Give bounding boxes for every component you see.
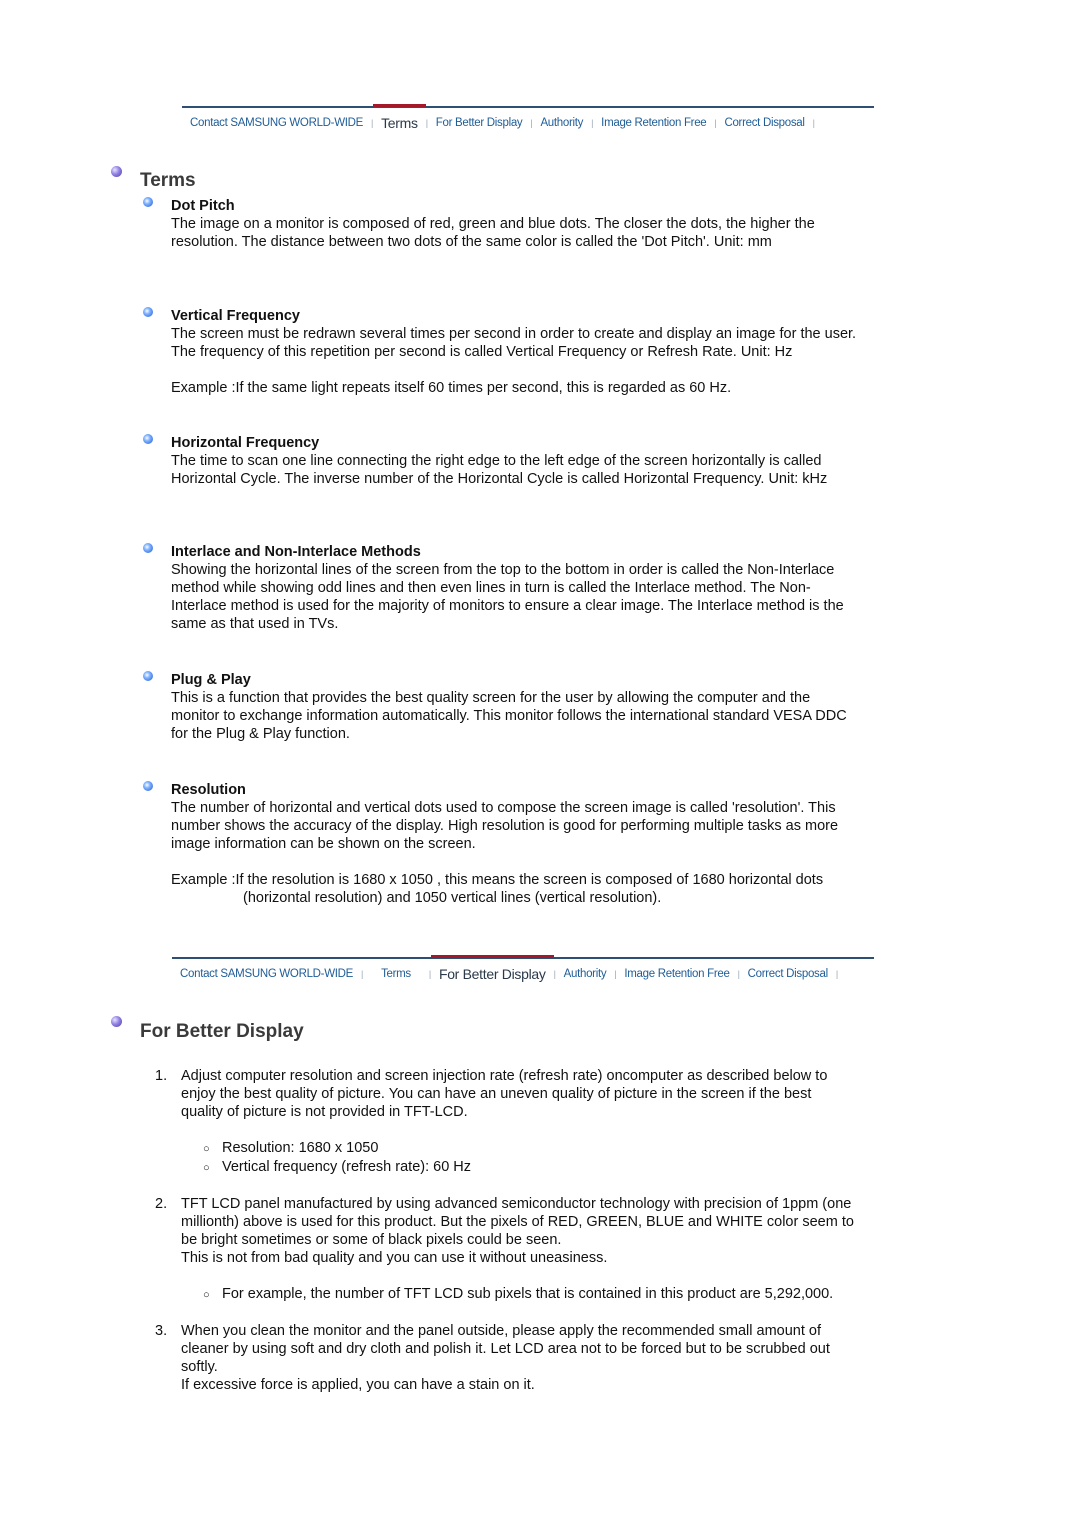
nav-image-retention-free[interactable]: Image Retention Free — [616, 959, 737, 989]
nav-terms[interactable]: Terms — [373, 104, 426, 138]
top-nav: Contact SAMSUNG WORLD-WIDE | Terms | For B… — [182, 104, 874, 138]
list-text: When you clean the monitor and the panel… — [181, 1323, 830, 1375]
nav-for-better-display[interactable]: For Better Display — [428, 108, 531, 138]
term-example: Example :If the same light repeats itsel… — [171, 380, 732, 396]
term-heading: Interlace and Non-Interlace Methods — [171, 544, 421, 560]
term-vertical-frequency: Vertical Frequency The screen must be re… — [171, 307, 861, 397]
terms-title: Terms — [140, 170, 196, 191]
term-body: The number of horizontal and vertical do… — [171, 800, 839, 852]
list-number: 1. — [155, 1068, 168, 1084]
better-display-list: 1. Adjust computer resolution and screen… — [155, 1067, 855, 1412]
nav-correct-disposal[interactable]: Correct Disposal — [740, 959, 836, 989]
term-heading: Dot Pitch — [171, 198, 235, 214]
nav-correct-disposal[interactable]: Correct Disposal — [716, 108, 812, 138]
better-display-title: For Better Display — [140, 1021, 304, 1042]
term-example: Example :If the resolution is 1680 x 105… — [171, 872, 824, 906]
nav-contact-samsung[interactable]: Contact SAMSUNG WORLD-WIDE — [182, 108, 371, 138]
term-bullet-icon — [143, 781, 153, 791]
nav-for-better-display[interactable]: For Better Display — [430, 955, 554, 989]
nav-separator: | — [835, 969, 838, 979]
list-text: Adjust computer resolution and screen in… — [181, 1068, 828, 1120]
nav-image-retention-free[interactable]: Image Retention Free — [593, 108, 714, 138]
list-number: 2. — [155, 1196, 168, 1212]
circle-bullet-icon: ○ — [203, 1143, 210, 1155]
term-interlace: Interlace and Non-Interlace Methods Show… — [171, 543, 861, 633]
term-body: The time to scan one line connecting the… — [171, 453, 828, 487]
list-text: TFT LCD panel manufactured by using adva… — [181, 1196, 854, 1248]
nav-separator: | — [812, 118, 815, 128]
sub-item-text: Resolution: 1680 x 1050 — [222, 1140, 379, 1156]
term-resolution: Resolution The number of horizontal and … — [171, 781, 861, 907]
list-item: 2. TFT LCD panel manufactured by using a… — [155, 1195, 855, 1304]
term-body: The screen must be redrawn several times… — [171, 326, 857, 360]
sub-item-text: Vertical frequency (refresh rate): 60 Hz — [222, 1159, 472, 1175]
sub-list-item: ○ Resolution: 1680 x 1050 — [203, 1139, 855, 1158]
term-bullet-icon — [143, 671, 153, 681]
term-bullet-icon — [143, 197, 153, 207]
list-item: 3. When you clean the monitor and the pa… — [155, 1322, 855, 1394]
term-bullet-icon — [143, 543, 153, 553]
nav-contact-samsung[interactable]: Contact SAMSUNG WORLD-WIDE — [172, 959, 361, 989]
term-heading: Horizontal Frequency — [171, 435, 320, 451]
term-bullet-icon — [143, 434, 153, 444]
term-heading: Plug & Play — [171, 672, 251, 688]
circle-bullet-icon: ○ — [203, 1162, 210, 1174]
list-item: 1. Adjust computer resolution and screen… — [155, 1067, 855, 1177]
term-body: The image on a monitor is composed of re… — [171, 216, 815, 250]
sub-list-item: ○ Vertical frequency (refresh rate): 60 H… — [203, 1158, 855, 1177]
sub-item-text: For example, the number of TFT LCD sub p… — [222, 1286, 834, 1302]
sub-list: ○ For example, the number of TFT LCD sub … — [181, 1285, 855, 1304]
term-horizontal-frequency: Horizontal Frequency The time to scan on… — [171, 434, 861, 488]
bottom-nav: Contact SAMSUNG WORLD-WIDE | Terms | For B… — [172, 955, 874, 989]
section-bullet-icon — [111, 1016, 122, 1027]
circle-bullet-icon: ○ — [203, 1289, 210, 1301]
term-body: This is a function that provides the bes… — [171, 690, 847, 742]
nav-authority[interactable]: Authority — [556, 959, 615, 989]
list-extra: If excessive force is applied, you can h… — [181, 1377, 535, 1393]
term-plug-and-play: Plug & Play This is a function that prov… — [171, 671, 861, 743]
term-heading: Resolution — [171, 782, 246, 798]
term-heading: Vertical Frequency — [171, 308, 300, 324]
term-bullet-icon — [143, 307, 153, 317]
nav-authority[interactable]: Authority — [532, 108, 591, 138]
list-number: 3. — [155, 1323, 168, 1339]
sub-list: ○ Resolution: 1680 x 1050 ○ Vertical frequ… — [181, 1139, 855, 1177]
nav-terms[interactable]: Terms — [363, 959, 429, 989]
term-dot-pitch: Dot Pitch The image on a monitor is comp… — [171, 197, 861, 251]
term-body: Showing the horizontal lines of the scre… — [171, 562, 844, 632]
sub-list-item: ○ For example, the number of TFT LCD sub … — [203, 1285, 855, 1304]
section-bullet-icon — [111, 166, 122, 177]
list-extra: This is not from bad quality and you can… — [181, 1250, 608, 1266]
